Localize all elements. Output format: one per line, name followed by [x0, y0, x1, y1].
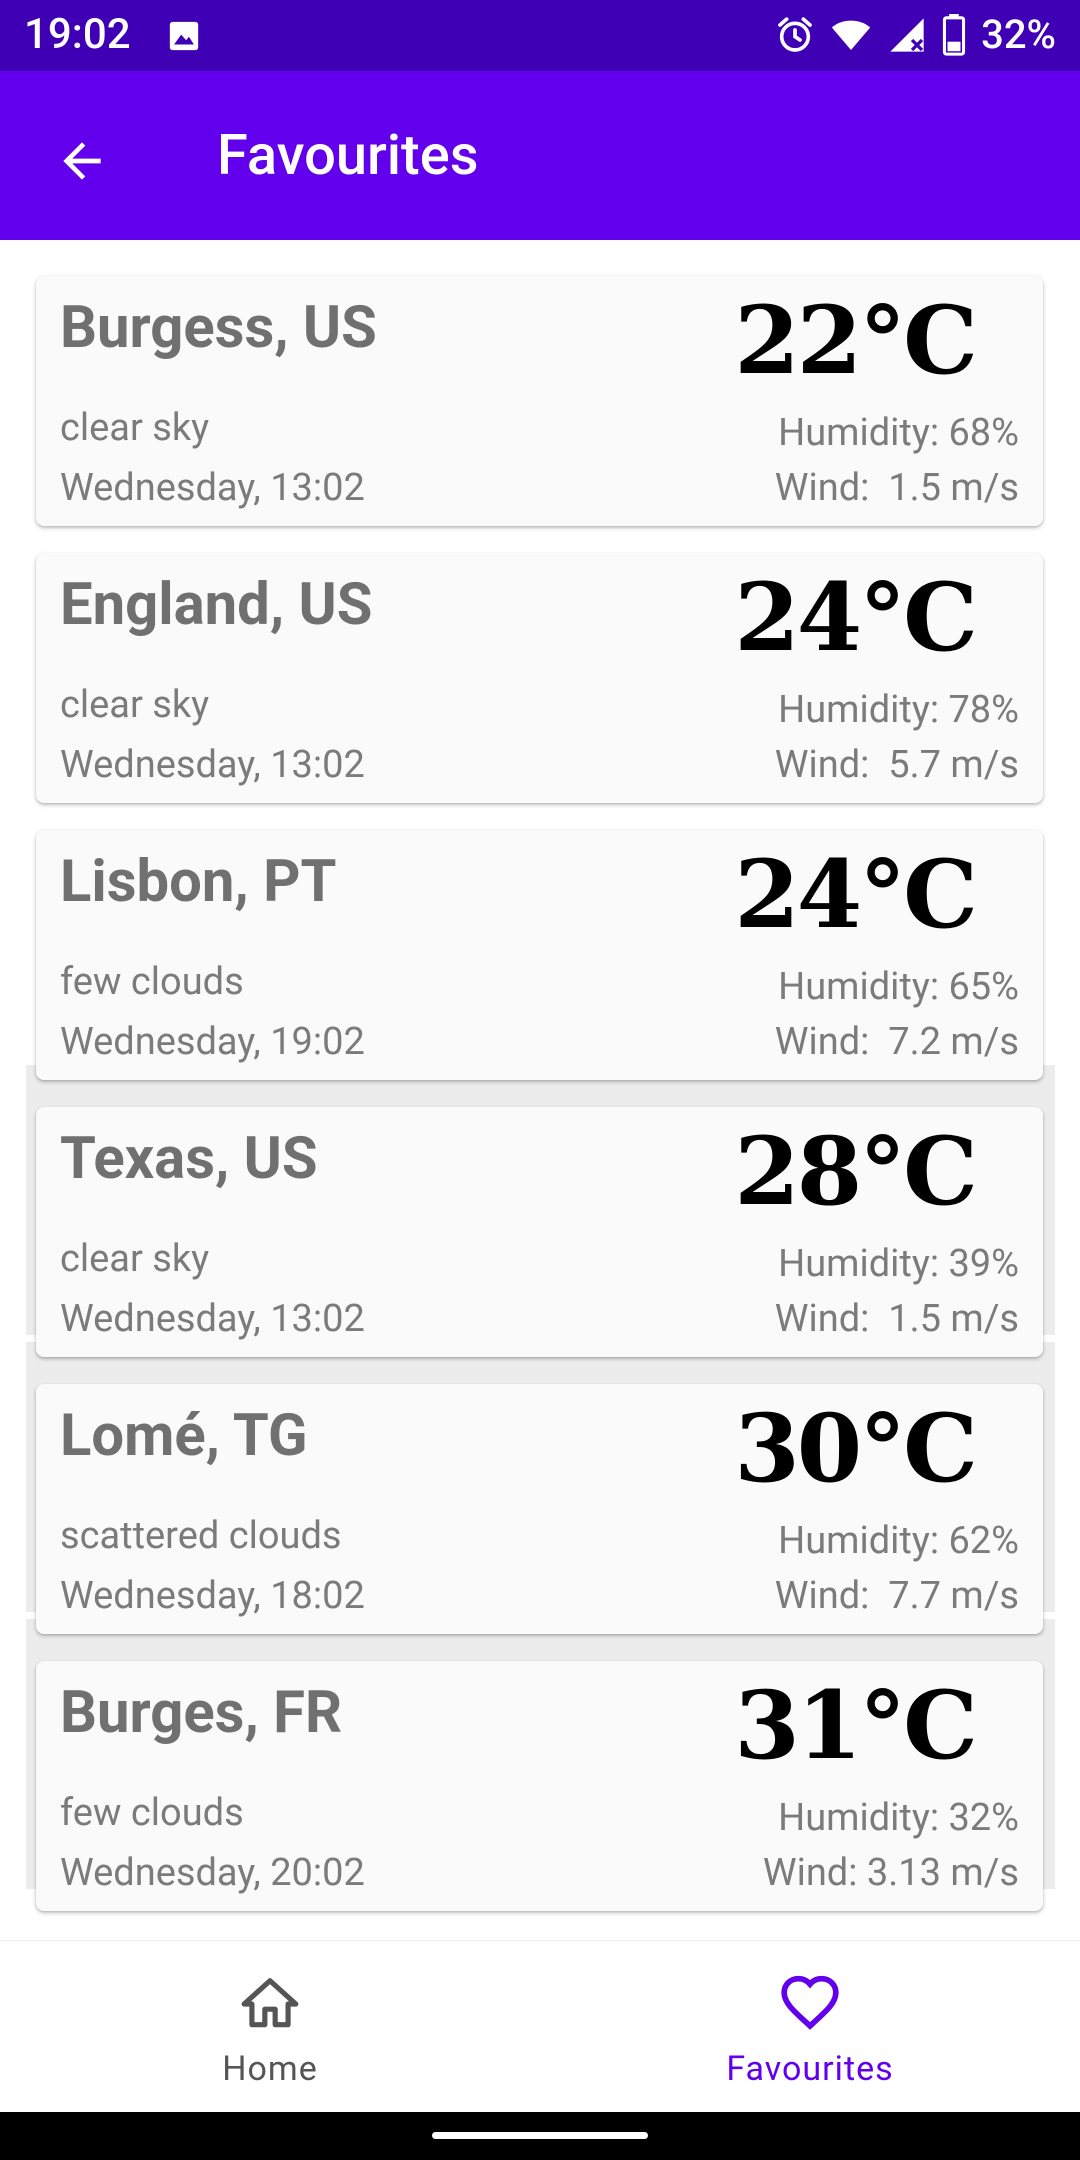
- local-datetime: Wednesday, 13:02: [60, 466, 365, 510]
- system-navigation-bar: [0, 2112, 1080, 2160]
- nav-favourites[interactable]: Favourites: [540, 1941, 1080, 2113]
- arrow-back-icon: [63, 142, 101, 180]
- weather-description: clear sky: [60, 406, 210, 450]
- signal-icon: [890, 18, 924, 52]
- weather-description: scattered clouds: [60, 1514, 342, 1558]
- wind-speed: Wind: 3.13 m/s: [762, 1851, 1019, 1895]
- nav-favourites-label: Favourites: [726, 2049, 894, 2089]
- humidity: Humidity: 78%: [778, 688, 1019, 732]
- temperature: 30°C: [734, 1394, 978, 1504]
- city-name: Burges, FR: [60, 1679, 343, 1747]
- city-name: England, US: [60, 571, 373, 639]
- alarm-icon: [778, 17, 812, 52]
- temperature: 22°C: [734, 286, 978, 396]
- battery-icon: [943, 14, 966, 56]
- wind-speed: Wind: 1.5 m/s: [774, 466, 1019, 510]
- local-datetime: Wednesday, 19:02: [60, 1020, 365, 1064]
- home-gesture-handle[interactable]: [432, 2132, 648, 2139]
- home-icon: [241, 1978, 299, 2028]
- temperature: 28°C: [734, 1117, 978, 1227]
- humidity: Humidity: 65%: [778, 965, 1019, 1009]
- nav-home-label: Home: [222, 2049, 318, 2089]
- local-datetime: Wednesday, 13:02: [60, 1297, 365, 1341]
- favourite-card[interactable]: Lisbon, PT few clouds Wednesday, 19:02 2…: [36, 830, 1043, 1080]
- weather-description: clear sky: [60, 683, 210, 727]
- back-button[interactable]: [42, 121, 122, 201]
- favourite-card[interactable]: Texas, US clear sky Wednesday, 13:02 28°…: [36, 1107, 1043, 1357]
- city-name: Texas, US: [60, 1125, 318, 1193]
- image-icon: [169, 21, 199, 51]
- local-datetime: Wednesday, 18:02: [60, 1574, 365, 1618]
- status-icons: 32%: [775, 10, 1056, 60]
- wind-speed: Wind: 7.7 m/s: [774, 1574, 1019, 1618]
- bottom-navigation: Home Favourites: [0, 1940, 1080, 2113]
- local-datetime: Wednesday, 13:02: [60, 743, 365, 787]
- humidity: Humidity: 68%: [778, 411, 1019, 455]
- wind-speed: Wind: 1.5 m/s: [774, 1297, 1019, 1341]
- temperature: 31°C: [734, 1671, 978, 1781]
- city-name: Burgess, US: [60, 294, 377, 362]
- humidity: Humidity: 39%: [778, 1242, 1019, 1286]
- wind-speed: Wind: 7.2 m/s: [774, 1020, 1019, 1064]
- favourites-list[interactable]: Burgess, US clear sky Wednesday, 13:02 2…: [0, 240, 1080, 1922]
- temperature: 24°C: [734, 563, 978, 673]
- wind-speed: Wind: 5.7 m/s: [774, 743, 1019, 787]
- favourite-card[interactable]: Burgess, US clear sky Wednesday, 13:02 2…: [36, 276, 1043, 526]
- wifi-icon: [831, 20, 871, 50]
- status-bar: 19:02 32%: [0, 0, 1080, 71]
- humidity: Humidity: 32%: [778, 1796, 1019, 1840]
- weather-description: few clouds: [60, 960, 244, 1004]
- page-title: Favourites: [217, 122, 479, 188]
- app-bar: Favourites: [0, 71, 1080, 240]
- battery-percent: 32%: [981, 11, 1056, 58]
- city-name: Lisbon, PT: [60, 848, 337, 916]
- favourite-card[interactable]: England, US clear sky Wednesday, 13:02 2…: [36, 553, 1043, 803]
- status-time: 19:02: [24, 10, 131, 59]
- favourite-card[interactable]: Lomé, TG scattered clouds Wednesday, 18:…: [36, 1384, 1043, 1634]
- humidity: Humidity: 62%: [778, 1519, 1019, 1563]
- heart-icon: [781, 1975, 839, 2030]
- weather-description: clear sky: [60, 1237, 210, 1281]
- temperature: 24°C: [734, 840, 978, 950]
- nav-home[interactable]: Home: [0, 1941, 540, 2113]
- weather-description: few clouds: [60, 1791, 244, 1835]
- city-name: Lomé, TG: [60, 1402, 308, 1470]
- favourite-card[interactable]: Burges, FR few clouds Wednesday, 20:02 3…: [36, 1661, 1043, 1911]
- local-datetime: Wednesday, 20:02: [60, 1851, 365, 1895]
